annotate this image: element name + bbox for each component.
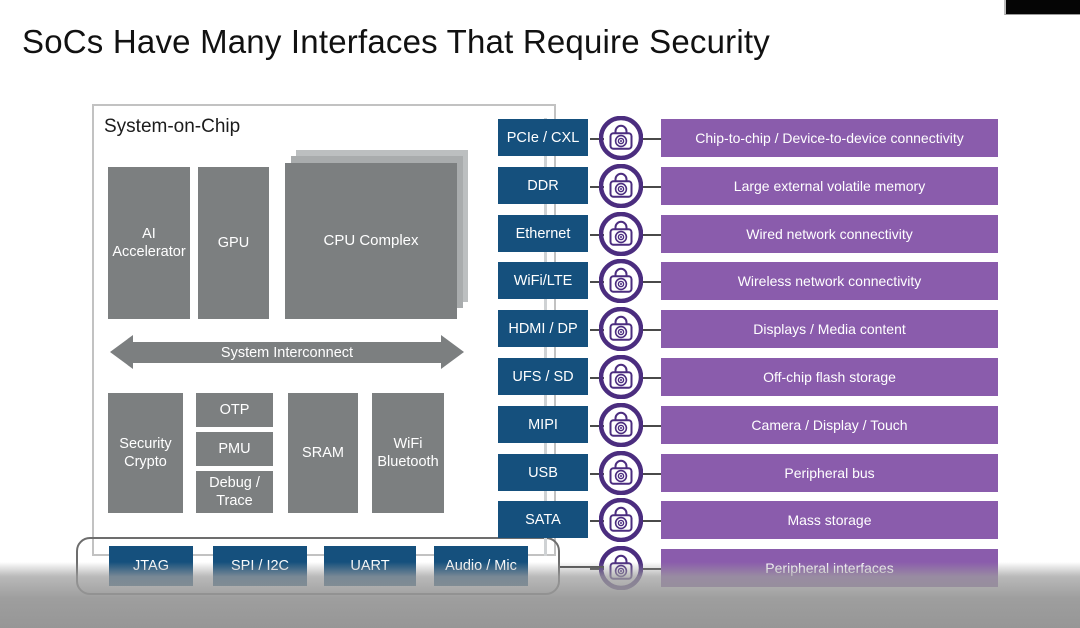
description-bar: Displays / Media content (661, 310, 998, 348)
block-label: Debug / Trace (209, 474, 260, 510)
interface-box-wifi-lte[interactable]: WiFi/LTE (498, 262, 588, 299)
block-otp: OTP (196, 393, 273, 427)
interface-label: MIPI (528, 416, 558, 433)
block-label: AI Accelerator (112, 225, 185, 261)
interface-label: USB (528, 464, 558, 481)
padlock-icon (599, 259, 643, 303)
connector-line-lock-to-description (643, 281, 662, 283)
interface-box-pcie-cxl[interactable]: PCIe / CXL (498, 119, 588, 156)
peripheral-label: SPI / I2C (230, 558, 290, 574)
block-label: Security Crypto (119, 435, 171, 471)
block-label: OTP (219, 402, 250, 418)
padlock-icon (599, 355, 643, 399)
debug-line-2: Trace (216, 493, 253, 509)
description-label: Off-chip flash storage (763, 369, 896, 385)
description-label: Large external volatile memory (733, 178, 926, 194)
connector-line-lock-to-description (643, 568, 662, 570)
description-bar: Mass storage (661, 501, 998, 539)
video-letterbox-artifact (1004, 0, 1080, 15)
description-label: Displays / Media content (753, 321, 906, 337)
peripheral-box-audio-mic[interactable]: Audio / Mic (434, 546, 528, 586)
padlock-icon (599, 451, 643, 495)
wifibt-line-1: WiFi (393, 436, 423, 452)
padlock-icon (599, 212, 643, 256)
peripheral-box-jtag[interactable]: JTAG (109, 546, 193, 586)
description-bar: Camera / Display / Touch (661, 406, 998, 444)
page-title: SoCs Have Many Interfaces That Require S… (22, 23, 770, 60)
padlock-icon (599, 164, 643, 208)
description-label: Camera / Display / Touch (751, 417, 908, 433)
interface-label: WiFi/LTE (513, 272, 573, 289)
description-bar: Peripheral bus (661, 454, 998, 492)
description-label: Mass storage (787, 512, 872, 528)
peripheral-label: UART (350, 558, 390, 574)
interface-label: UFS / SD (512, 368, 574, 385)
connector-line-peripheral-to-lock (560, 566, 604, 568)
interface-box-ethernet[interactable]: Ethernet (498, 215, 588, 252)
description-bar: Off-chip flash storage (661, 358, 998, 396)
interface-label: Ethernet (515, 225, 571, 242)
interface-box-mipi[interactable]: MIPI (498, 406, 588, 443)
interface-label: PCIe / CXL (506, 129, 580, 146)
block-security-crypto: Security Crypto (108, 393, 183, 513)
interface-box-sata[interactable]: SATA (498, 501, 588, 538)
security-line-1: Security (119, 436, 172, 452)
block-label: SRAM (302, 445, 344, 461)
block-wifi-bluetooth: WiFi Bluetooth (372, 393, 444, 513)
interface-box-ufs-sd[interactable]: UFS / SD (498, 358, 588, 395)
description-label: Wireless network connectivity (737, 273, 922, 289)
padlock-icon (599, 307, 643, 351)
description-bar: Wired network connectivity (661, 215, 998, 253)
system-on-chip-label: System-on-Chip (104, 116, 241, 137)
padlock-icon (599, 546, 643, 590)
description-label: Peripheral interfaces (765, 560, 894, 576)
wifibt-line-2: Bluetooth (377, 454, 439, 470)
block-label: CPU Complex (323, 232, 419, 249)
connector-line-lock-to-description (643, 329, 662, 331)
connector-line-lock-to-description (643, 377, 662, 379)
connector-line-lock-to-description (643, 234, 662, 236)
connector-line-lock-to-description (643, 473, 662, 475)
block-gpu: GPU (198, 167, 269, 319)
connector-line-lock-to-description (643, 138, 662, 140)
system-interconnect-label: System Interconnect (220, 344, 354, 361)
interface-label: SATA (525, 511, 561, 528)
padlock-icon (599, 498, 643, 542)
description-label: Wired network connectivity (746, 226, 913, 242)
description-bar: Large external volatile memory (661, 167, 998, 205)
block-ai-accelerator: AI Accelerator (108, 167, 190, 319)
block-debug-trace: Debug / Trace (196, 471, 273, 513)
block-label: WiFi Bluetooth (377, 435, 438, 471)
interface-box-usb[interactable]: USB (498, 454, 588, 491)
interface-label: DDR (527, 177, 559, 194)
description-bar: Peripheral interfaces (661, 549, 998, 587)
interface-box-ddr[interactable]: DDR (498, 167, 588, 204)
padlock-icon (599, 116, 643, 160)
description-bar: Wireless network connectivity (661, 262, 998, 300)
peripheral-box-uart[interactable]: UART (324, 546, 416, 586)
block-label: GPU (217, 235, 250, 251)
debug-line-1: Debug / (209, 475, 260, 491)
connector-line-lock-to-description (643, 425, 662, 427)
peripheral-box-spi-i2c[interactable]: SPI / I2C (213, 546, 307, 586)
block-label: PMU (218, 441, 251, 457)
ai-line-1: AI (142, 226, 156, 242)
peripheral-label: JTAG (133, 558, 169, 574)
block-pmu: PMU (196, 432, 273, 466)
description-bar: Chip-to-chip / Device-to-device connecti… (661, 119, 998, 157)
connector-line-lock-to-description (643, 186, 662, 188)
connector-line-lock-to-description (643, 520, 662, 522)
block-cpu-complex: CPU Complex (285, 163, 457, 319)
system-interconnect-arrow: System Interconnect (110, 335, 464, 370)
block-sram: SRAM (288, 393, 358, 513)
padlock-icon (599, 403, 643, 447)
description-label: Chip-to-chip / Device-to-device connecti… (695, 130, 964, 146)
description-label: Peripheral bus (784, 465, 875, 481)
ai-line-2: Accelerator (112, 244, 186, 260)
peripheral-label: Audio / Mic (445, 558, 517, 574)
interface-label: HDMI / DP (508, 320, 578, 337)
interface-box-hdmi-dp[interactable]: HDMI / DP (498, 310, 588, 347)
security-line-2: Crypto (124, 454, 167, 470)
